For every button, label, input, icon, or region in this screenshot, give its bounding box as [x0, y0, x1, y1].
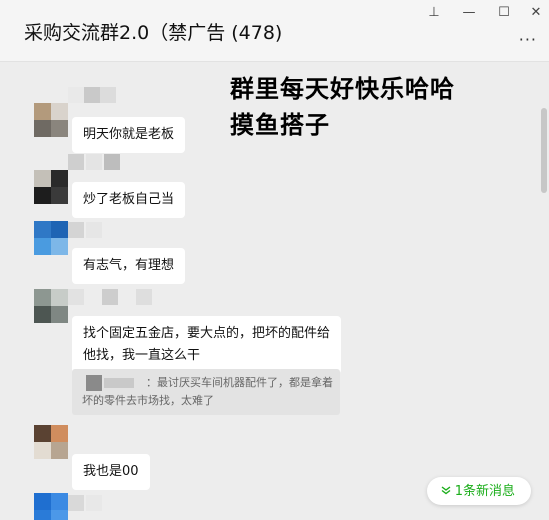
message-bubble[interactable]: 明天你就是老板: [72, 117, 186, 153]
minimize-icon[interactable]: —: [459, 4, 479, 22]
new-message-button[interactable]: 1条新消息: [426, 477, 531, 505]
avatar[interactable]: [34, 289, 68, 323]
pin-icon[interactable]: ⊥: [424, 4, 444, 22]
quoted-message[interactable]: ：最讨厌买车间机器配件了，都是拿着坏的零件去市场找，太难了: [72, 369, 340, 415]
avatar[interactable]: [34, 425, 68, 459]
more-icon[interactable]: ···: [519, 30, 537, 49]
message-bubble[interactable]: 炒了老板自己当: [72, 182, 186, 218]
new-message-label: 1条新消息: [454, 484, 515, 499]
sender-name-blurred: [68, 222, 228, 238]
avatar[interactable]: [34, 221, 68, 255]
chat-title: 采购交流群2.0（禁广告 (478): [24, 22, 283, 44]
maximize-icon[interactable]: ☐: [494, 4, 514, 22]
avatar[interactable]: [34, 170, 68, 204]
message-line: 他找，我一直这么干: [83, 348, 201, 363]
message-bubble[interactable]: 找个固定五金店，要大点的，把坏的配件给 他找，我一直这么干: [72, 316, 342, 374]
sender-name-blurred: [68, 154, 228, 170]
close-icon[interactable]: ✕: [526, 4, 546, 22]
overlay-caption-line2: 摸鱼搭子: [230, 110, 330, 139]
scrollbar-thumb[interactable]: [541, 108, 547, 193]
quoted-text: ：最讨厌买车间机器配件了，都是拿着坏的零件去市场找，太难了: [82, 376, 333, 407]
chat-area[interactable]: 明天你就是老板 炒了老板自己当 有志气，有理想 找个固定五金店，要大点的，把坏的…: [0, 63, 549, 520]
sender-name-blurred: [68, 495, 228, 511]
chevron-down-icon: [441, 477, 451, 505]
avatar[interactable]: [34, 493, 68, 520]
title-bar: 采购交流群2.0（禁广告 (478) ⊥ — ☐ ✕ ···: [0, 0, 549, 62]
message-bubble[interactable]: 有志气，有理想: [72, 248, 186, 284]
sender-name-blurred: [68, 289, 228, 305]
message-line: 找个固定五金店，要大点的，把坏的配件给: [83, 326, 331, 341]
message-bubble[interactable]: 我也是00: [72, 454, 150, 490]
sender-name-blurred: [68, 87, 228, 103]
avatar[interactable]: [34, 103, 68, 137]
overlay-caption-line1: 群里每天好快乐哈哈: [230, 74, 455, 103]
